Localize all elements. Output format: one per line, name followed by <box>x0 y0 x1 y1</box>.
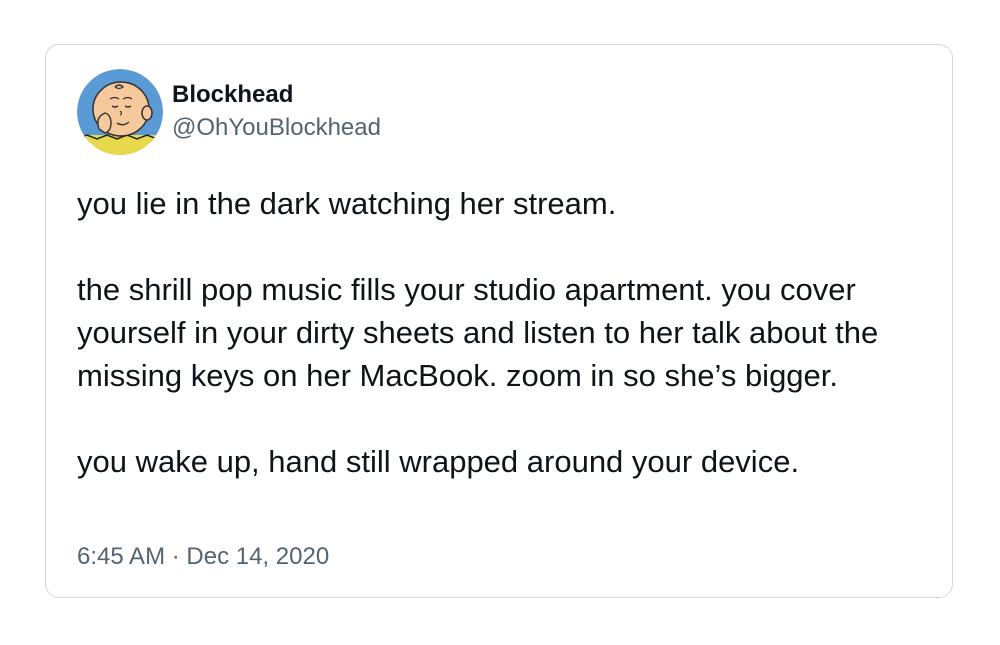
author-avatar[interactable] <box>77 69 163 155</box>
tweet-paragraph: you wake up, hand still wrapped around y… <box>77 444 800 479</box>
author-handle[interactable]: @OhYouBlockhead <box>172 113 381 143</box>
author-info: Blockhead @OhYouBlockhead <box>172 80 381 143</box>
author-display-name[interactable]: Blockhead <box>172 80 381 110</box>
tweet-text: you lie in the dark watching her stream.… <box>77 182 927 483</box>
tweet-card[interactable]: Blockhead @OhYouBlockhead you lie in the… <box>45 44 953 598</box>
charlie-brown-avatar-icon <box>77 69 163 155</box>
tweet-paragraph: you lie in the dark watching her stream. <box>77 186 617 221</box>
timestamp-separator: · <box>171 543 180 570</box>
tweet-paragraph: the shrill pop music fills your studio a… <box>77 272 879 393</box>
tweet-timestamp[interactable]: 6:45 AM · Dec 14, 2020 <box>77 542 329 572</box>
tweet-time: 6:45 AM <box>77 543 166 570</box>
tweet-date: Dec 14, 2020 <box>186 543 330 570</box>
